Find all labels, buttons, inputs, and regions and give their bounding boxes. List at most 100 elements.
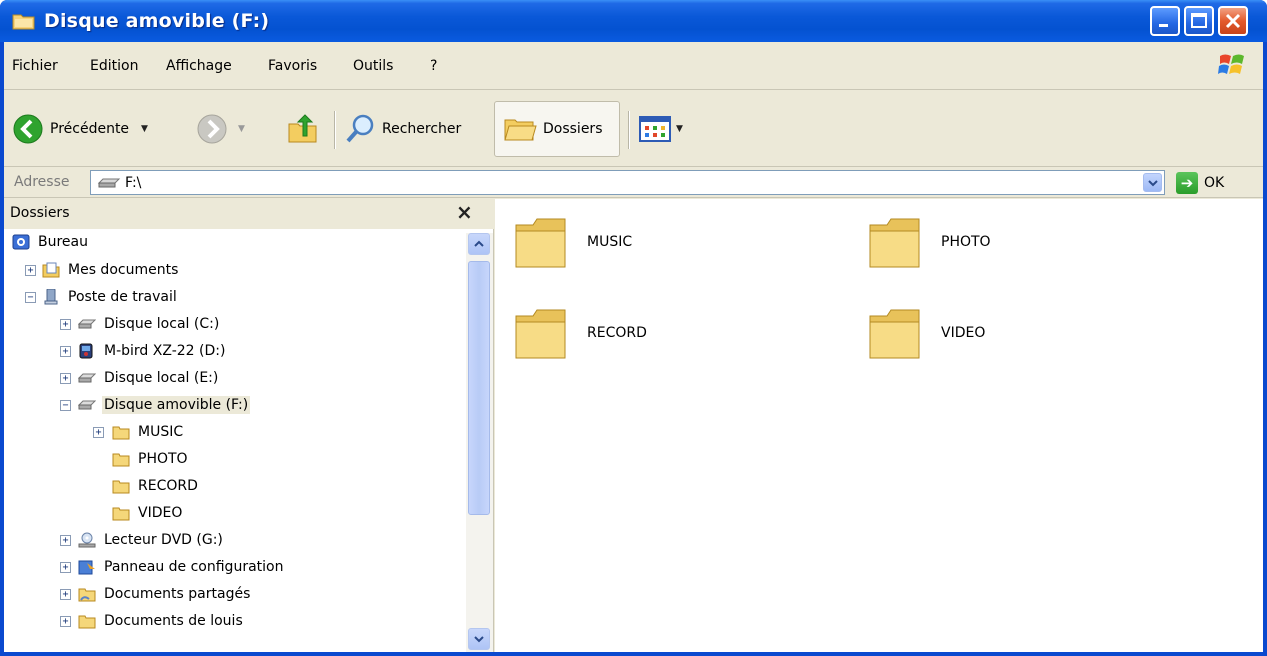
tree-label: Lecteur DVD (G:) bbox=[104, 532, 223, 548]
mp3-player-icon bbox=[79, 343, 93, 359]
tree-label: Documents de louis bbox=[104, 613, 243, 629]
go-label: OK bbox=[1204, 175, 1225, 191]
back-arrow-icon bbox=[13, 114, 43, 144]
folder-label: PHOTO bbox=[941, 234, 991, 250]
address-label: Adresse bbox=[14, 174, 70, 190]
close-pane-icon[interactable]: × bbox=[456, 200, 473, 224]
folder-label: MUSIC bbox=[587, 234, 633, 250]
tree-item-photo[interactable]: PHOTO bbox=[112, 446, 190, 472]
tree-item-disque-e[interactable]: Disque local (E:) bbox=[78, 365, 220, 391]
folder-tree: Bureau + Mes documents − Poste de travai… bbox=[4, 229, 466, 652]
minimize-button[interactable] bbox=[1150, 6, 1180, 36]
address-input[interactable]: F:\ bbox=[90, 170, 1165, 195]
folder-icon bbox=[78, 615, 96, 629]
tree-item-video[interactable]: VIDEO bbox=[112, 500, 184, 526]
scroll-thumb[interactable] bbox=[468, 261, 490, 515]
file-list-view: MUSIC PHOTO RECORD VIDEO bbox=[495, 199, 1263, 652]
minimize-icon bbox=[1159, 24, 1168, 27]
toolbar-separator bbox=[334, 111, 335, 149]
folders-pane: Dossiers × Bureau + Mes documents − Post… bbox=[4, 199, 494, 652]
expand-plus-icon[interactable]: + bbox=[60, 319, 71, 330]
maximize-button[interactable] bbox=[1184, 6, 1214, 36]
tree-label: Bureau bbox=[38, 234, 88, 250]
menu-affichage[interactable]: Affichage bbox=[166, 58, 232, 74]
collapse-minus-icon[interactable]: − bbox=[60, 400, 71, 411]
tree-item-shared-documents[interactable]: Documents partagés bbox=[78, 581, 252, 607]
folders-button[interactable]: Dossiers bbox=[494, 101, 620, 157]
tree-scrollbar[interactable] bbox=[466, 233, 493, 652]
folder-icon bbox=[12, 14, 35, 30]
tree-label: RECORD bbox=[138, 478, 198, 494]
folders-pane-header: Dossiers × bbox=[4, 199, 494, 229]
expand-plus-icon[interactable]: + bbox=[60, 373, 71, 384]
menu-help[interactable]: ? bbox=[430, 58, 437, 74]
tree-item-dvd-g[interactable]: Lecteur DVD (G:) bbox=[78, 527, 225, 553]
my-documents-icon bbox=[42, 262, 60, 278]
chevron-down-icon bbox=[1147, 179, 1158, 186]
removable-drive-icon bbox=[78, 400, 96, 410]
tree-item-control-panel[interactable]: Panneau de configuration bbox=[78, 554, 285, 580]
folder-icon bbox=[515, 218, 566, 268]
title-bar[interactable]: Disque amovible (F:) bbox=[0, 0, 1267, 42]
removable-drive-icon bbox=[97, 178, 121, 187]
folder-icon bbox=[515, 309, 566, 359]
expand-plus-icon[interactable]: + bbox=[93, 427, 104, 438]
menu-edition[interactable]: Edition bbox=[90, 58, 138, 74]
explorer-window: Disque amovible (F:) Fichier Edition Aff… bbox=[0, 0, 1267, 656]
tree-label: PHOTO bbox=[138, 451, 188, 467]
menu-favoris[interactable]: Favoris bbox=[268, 58, 317, 74]
window-title: Disque amovible (F:) bbox=[44, 10, 270, 32]
folder-icon bbox=[112, 480, 130, 494]
views-dropdown-icon[interactable]: ▼ bbox=[676, 124, 683, 134]
tree-item-poste-de-travail[interactable]: Poste de travail bbox=[42, 284, 179, 310]
forward-dropdown-icon[interactable]: ▼ bbox=[238, 124, 245, 134]
tree-label: MUSIC bbox=[138, 424, 184, 440]
go-arrow-icon: ➔ bbox=[1176, 172, 1198, 194]
go-button[interactable]: ➔ OK bbox=[1176, 170, 1224, 196]
menu-fichier[interactable]: Fichier bbox=[12, 58, 58, 74]
forward-arrow-icon bbox=[197, 114, 227, 144]
folder-icon bbox=[112, 426, 130, 440]
expand-plus-icon[interactable]: + bbox=[60, 589, 71, 600]
collapse-minus-icon[interactable]: − bbox=[25, 292, 36, 303]
back-button[interactable]: Précédente ▼ bbox=[12, 109, 148, 149]
tree-item-disque-c[interactable]: Disque local (C:) bbox=[78, 311, 221, 337]
folder-item-record[interactable]: RECORD bbox=[513, 304, 647, 362]
expand-plus-icon[interactable]: + bbox=[60, 346, 71, 357]
folder-item-video[interactable]: VIDEO bbox=[867, 304, 985, 362]
views-grid-icon bbox=[639, 116, 671, 142]
forward-button[interactable]: ▼ bbox=[196, 109, 245, 149]
tree-item-mes-documents[interactable]: Mes documents bbox=[42, 257, 180, 283]
folder-item-photo[interactable]: PHOTO bbox=[867, 213, 991, 271]
hard-drive-icon bbox=[78, 319, 96, 329]
tree-item-record[interactable]: RECORD bbox=[112, 473, 200, 499]
tree-item-mbird-d[interactable]: M-bird XZ-22 (D:) bbox=[78, 338, 227, 364]
back-dropdown-icon[interactable]: ▼ bbox=[141, 124, 148, 134]
shared-folder-icon bbox=[78, 588, 96, 602]
tree-label: M-bird XZ-22 (D:) bbox=[104, 343, 226, 359]
menu-outils[interactable]: Outils bbox=[353, 58, 393, 74]
tree-item-disque-f[interactable]: Disque amovible (F:) bbox=[78, 392, 251, 418]
scroll-down-button[interactable] bbox=[468, 628, 490, 650]
expand-plus-icon[interactable]: + bbox=[60, 616, 71, 627]
address-dropdown-button[interactable] bbox=[1143, 173, 1162, 192]
address-bar: Adresse F:\ ➔ OK bbox=[4, 168, 1263, 198]
toolbar-separator bbox=[628, 111, 629, 149]
tree-item-music[interactable]: MUSIC bbox=[112, 419, 185, 445]
desktop-icon bbox=[12, 234, 30, 250]
expand-plus-icon[interactable]: + bbox=[25, 265, 36, 276]
search-button[interactable]: Rechercher bbox=[344, 109, 461, 149]
close-button[interactable] bbox=[1218, 6, 1248, 36]
folder-icon bbox=[112, 453, 130, 467]
scroll-up-button[interactable] bbox=[468, 233, 490, 255]
expand-plus-icon[interactable]: + bbox=[60, 535, 71, 546]
up-folder-button[interactable] bbox=[286, 109, 320, 149]
folder-label: VIDEO bbox=[941, 325, 986, 341]
tree-item-documents-louis[interactable]: Documents de louis bbox=[78, 608, 245, 634]
views-button[interactable]: ▼ bbox=[638, 109, 683, 149]
tree-item-bureau[interactable]: Bureau bbox=[12, 229, 90, 255]
expand-plus-icon[interactable]: + bbox=[60, 562, 71, 573]
windows-logo-icon bbox=[1218, 54, 1244, 74]
folders-icon bbox=[504, 119, 537, 141]
folder-item-music[interactable]: MUSIC bbox=[513, 213, 632, 271]
